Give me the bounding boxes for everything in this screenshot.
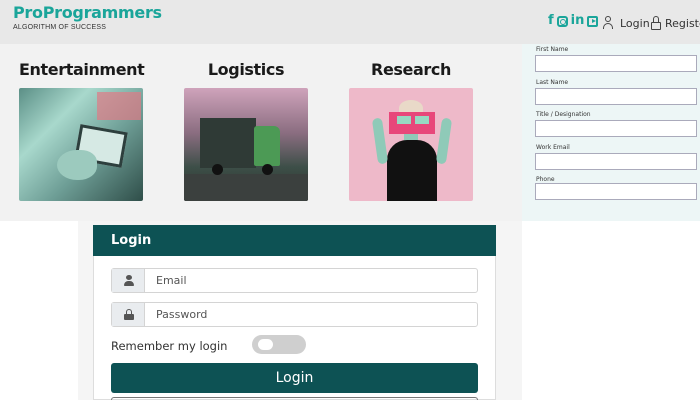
- logistics-image[interactable]: [184, 88, 308, 201]
- last-name-field[interactable]: [535, 88, 697, 105]
- email-field[interactable]: [111, 268, 478, 293]
- category-title: Logistics: [207, 60, 285, 79]
- remember-label: Remember my login: [111, 339, 228, 353]
- title-designation-label: Title / Designation: [536, 111, 591, 118]
- category-card-logistics[interactable]: Logistics: [184, 58, 308, 201]
- title-designation-field[interactable]: [535, 120, 697, 137]
- password-addon: [112, 303, 145, 326]
- phone-field[interactable]: [535, 183, 697, 200]
- first-name-field[interactable]: [535, 55, 697, 72]
- lock-icon: [124, 309, 134, 320]
- password-field[interactable]: [111, 302, 478, 327]
- work-email-field[interactable]: [535, 153, 697, 170]
- category-card-research[interactable]: Research: [349, 58, 473, 201]
- linkedin-icon[interactable]: in: [571, 13, 585, 29]
- login-card-title: Login: [111, 233, 152, 248]
- last-name-label: Last Name: [536, 79, 569, 86]
- user-icon: [124, 275, 134, 286]
- category-card-entertainment[interactable]: Entertainment: [19, 58, 145, 201]
- instagram-icon[interactable]: [556, 15, 568, 27]
- nav-register-link[interactable]: Register: [651, 16, 700, 30]
- first-name-label: First Name: [536, 46, 569, 53]
- login-card-header: Login: [93, 225, 496, 256]
- top-header: ProProgrammers ALGORITHM OF SUCCESS f in…: [0, 0, 700, 44]
- email-addon: [112, 269, 145, 292]
- toggle-knob: [258, 339, 273, 350]
- research-image[interactable]: [349, 88, 473, 201]
- login-submit-button[interactable]: Login: [111, 363, 478, 393]
- social-links: f in: [548, 13, 599, 29]
- password-input[interactable]: [146, 303, 477, 326]
- brand-tagline: ALGORITHM OF SUCCESS: [13, 24, 107, 31]
- category-section: Entertainment Logistics Research: [0, 44, 522, 221]
- page: ProProgrammers ALGORITHM OF SUCCESS f in…: [0, 0, 700, 400]
- nav-login-link[interactable]: Login: [603, 16, 650, 30]
- contact-form: First Name Last Name Title / Designation…: [522, 44, 700, 221]
- facebook-icon[interactable]: f: [548, 13, 554, 29]
- remember-toggle[interactable]: [252, 335, 306, 354]
- category-title: Entertainment: [19, 60, 145, 79]
- lock-icon: [651, 16, 661, 30]
- entertainment-image[interactable]: [19, 88, 143, 201]
- brand-title: ProProgrammers: [13, 3, 162, 22]
- nav-login-label: Login: [620, 16, 650, 30]
- work-email-label: Work Email: [536, 144, 570, 151]
- phone-label: Phone: [536, 176, 555, 183]
- category-title: Research: [371, 60, 451, 79]
- youtube-icon[interactable]: [587, 15, 599, 27]
- nav-register-label: Register: [665, 16, 700, 30]
- brand-logo[interactable]: ProProgrammers ALGORITHM OF SUCCESS: [13, 3, 162, 32]
- user-icon: [603, 16, 616, 30]
- email-input[interactable]: [146, 269, 477, 292]
